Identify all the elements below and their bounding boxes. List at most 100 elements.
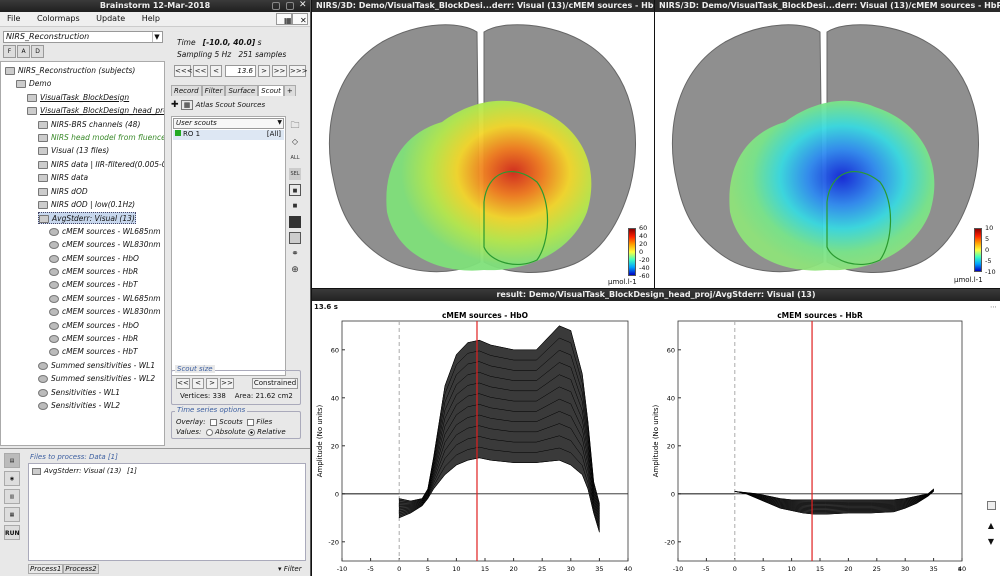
menu-colormaps[interactable]: Colormaps: [30, 12, 87, 25]
folder-icon[interactable]: 🗀: [289, 120, 301, 132]
figure-3d-hbo[interactable]: NIRS/3D: Demo/VisualTask_BlockDesi...der…: [312, 0, 654, 288]
tree-node[interactable]: Demo: [16, 78, 51, 90]
tree-node[interactable]: Sensitivities - WL1: [38, 387, 120, 399]
tree-node[interactable]: NIRS dOD | low(0.1Hz): [38, 199, 135, 211]
figure-3d-hbr[interactable]: NIRS/3D: Demo/VisualTask_BlockDesi...der…: [655, 0, 1000, 288]
time-last-button[interactable]: >>>: [289, 65, 308, 77]
tree-node[interactable]: cMEM sources - WL830nm: [49, 306, 161, 318]
menu-file[interactable]: File: [0, 12, 27, 25]
database-tree[interactable]: NIRS_Reconstruction (subjects) Demo Visual…: [0, 61, 165, 446]
data-view-icon[interactable]: D: [31, 45, 44, 58]
run-button[interactable]: RUN: [4, 525, 20, 540]
tree-node[interactable]: cMEM sources - HbO: [49, 253, 139, 265]
show-all-icon[interactable]: ■: [289, 200, 301, 212]
tree-node[interactable]: cMEM sources - HbT: [49, 346, 138, 358]
absolute-radio[interactable]: [205, 428, 213, 436]
transparency-icon[interactable]: ⚭: [289, 248, 301, 260]
scout-menu[interactable]: Scout: [215, 101, 235, 109]
functional-view-icon[interactable]: F: [3, 45, 16, 58]
process-sources-icon[interactable]: ◉: [4, 471, 20, 486]
menu-update[interactable]: Update: [89, 12, 132, 25]
tree-node[interactable]: NIRS data: [38, 172, 88, 184]
display-icon[interactable]: ▦: [180, 100, 194, 110]
tree-node[interactable]: cMEM sources - WL685nm: [49, 293, 161, 305]
fill-icon[interactable]: [289, 216, 301, 228]
tree-node[interactable]: cMEM sources - HbT: [49, 279, 138, 291]
tree-node[interactable]: NIRS head model from fluence: [38, 132, 164, 144]
brain-render[interactable]: [655, 12, 1000, 288]
show-selected-icon[interactable]: ■: [289, 184, 301, 196]
tree-node[interactable]: NIRS_Reconstruction (subjects): [5, 65, 135, 77]
tree-node[interactable]: Visual (13 files): [38, 145, 109, 157]
tree-node[interactable]: Summed sensitivities - WL2: [38, 373, 155, 385]
tab-surface[interactable]: Surface: [225, 85, 259, 96]
time-next-page-button[interactable]: >>: [272, 65, 287, 77]
data-icon: [38, 174, 48, 183]
close-icon[interactable]: ✕: [299, 0, 307, 10]
time-first-button[interactable]: <<<: [174, 65, 193, 77]
edit-icon[interactable]: ◇: [289, 136, 301, 148]
tree-node[interactable]: NIRS dOD: [38, 186, 88, 198]
grow-button[interactable]: >: [206, 378, 218, 389]
list-item[interactable]: AvgStderr: Visual (13): [32, 467, 121, 475]
time-series-plot[interactable]: cMEM sources - HbO Amplitude (No units) -2…: [312, 301, 1000, 576]
tree-node[interactable]: cMEM sources - HbR: [49, 333, 138, 345]
process-matrix-icon[interactable]: ▦: [4, 507, 20, 522]
tree-node[interactable]: Summed sensitivities - WL1: [38, 360, 155, 372]
center-icon[interactable]: ⊕: [289, 264, 301, 276]
overlay-files-checkbox[interactable]: [247, 418, 255, 426]
process-data-icon[interactable]: ▤: [4, 453, 20, 468]
tree-node[interactable]: VisualTask_BlockDesign: [27, 92, 129, 104]
files-to-process-list[interactable]: AvgStderr: Visual (13) [1]: [28, 463, 306, 561]
scout-item[interactable]: RO 1 [All]: [173, 130, 284, 140]
tree-node[interactable]: cMEM sources - WL685nm: [49, 226, 161, 238]
constrained-button[interactable]: Constrained: [252, 378, 298, 389]
tree-node[interactable]: cMEM sources - HbR: [49, 266, 138, 278]
scroll-down-icon[interactable]: ▼: [988, 537, 994, 546]
zoom-icon[interactable]: [987, 501, 996, 510]
tab-scout[interactable]: Scout: [258, 85, 284, 96]
grow-more-button[interactable]: >>: [220, 378, 234, 389]
time-next-button[interactable]: >: [258, 65, 270, 77]
outline-icon[interactable]: [289, 232, 301, 244]
scroll-up-icon[interactable]: ▲: [988, 521, 994, 530]
time-prev-page-button[interactable]: <<: [193, 65, 208, 77]
atlas-menu[interactable]: Atlas: [196, 101, 213, 109]
tree-node[interactable]: VisualTask_BlockDesign_head_proj: [27, 105, 164, 117]
select-all-button[interactable]: ALL: [289, 152, 301, 164]
colorbar: [974, 228, 982, 272]
process-timefreq-icon[interactable]: ▥: [4, 489, 20, 504]
x-tick-label: 5: [426, 565, 430, 573]
dock-icon[interactable]: [272, 2, 280, 10]
relative-radio[interactable]: [247, 428, 255, 436]
menu-help[interactable]: Help: [135, 12, 167, 25]
protocol-select[interactable]: NIRS_Reconstruction ▼: [3, 31, 163, 43]
tree-node[interactable]: NIRS-BRS channels (48): [38, 119, 140, 131]
tree-node[interactable]: AvgStderr: Visual (13): [38, 212, 136, 225]
tab-process2[interactable]: Process2: [63, 564, 99, 574]
time-prev-button[interactable]: <: [210, 65, 222, 77]
tab-record[interactable]: Record: [171, 85, 202, 96]
tab-process1[interactable]: Process1: [28, 564, 64, 574]
tab-filter[interactable]: Filter: [201, 85, 226, 96]
select-button[interactable]: SEL: [289, 168, 301, 180]
menu-icon[interactable]: [286, 2, 294, 10]
tree-node[interactable]: NIRS data | IIR-filtered(0.005-0.5Hz): [38, 159, 164, 171]
anatomy-view-icon[interactable]: A: [17, 45, 30, 58]
tree-node[interactable]: Sensitivities - WL2: [38, 400, 120, 412]
tree-node[interactable]: cMEM sources - WL830nm: [49, 239, 161, 251]
brain-render[interactable]: [312, 12, 654, 288]
shrink-more-button[interactable]: <<: [176, 378, 190, 389]
tree-node[interactable]: cMEM sources - HbO: [49, 320, 139, 332]
tab-add[interactable]: +: [283, 85, 296, 96]
time-series-window[interactable]: result: Demo/VisualTask_BlockDesign_head…: [312, 289, 1000, 576]
current-time-input[interactable]: 13.6: [225, 65, 256, 77]
add-scout-icon[interactable]: ✚: [171, 100, 179, 110]
atlas-select[interactable]: User scouts ▼: [173, 118, 284, 129]
close-panel-icon[interactable]: ✕: [292, 13, 308, 25]
shrink-button[interactable]: <: [192, 378, 204, 389]
overlay-scouts-checkbox[interactable]: [210, 418, 218, 426]
sources-menu[interactable]: Sources: [237, 101, 265, 109]
layout-icon[interactable]: ▦: [276, 13, 292, 25]
filter-button[interactable]: ▾ Filter: [278, 565, 302, 573]
